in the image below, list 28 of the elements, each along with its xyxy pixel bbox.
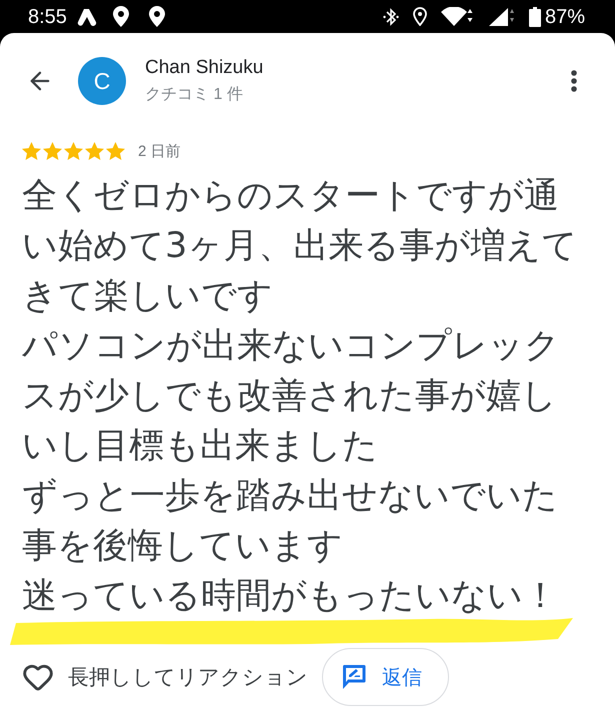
reaction-hint: 長押ししてリアクション [68, 664, 308, 691]
peak-logo-icon [76, 8, 97, 26]
star-icon [22, 142, 41, 160]
wifi-icon [440, 6, 475, 26]
star-icon [43, 142, 62, 160]
reply-button[interactable]: 返信 [322, 648, 449, 706]
status-time: 8:55 [28, 6, 67, 26]
location-icon [412, 7, 427, 26]
review-paragraph: パソコンが出来ないコンプレックスが少しでも改善された事が嬉しいし目標も出来ました [22, 325, 561, 468]
signal-icon [488, 6, 515, 26]
map-pin-icon [112, 6, 129, 27]
review-count: クチコミ 1 件 [145, 85, 244, 105]
message-edit-icon [342, 664, 366, 690]
reviewer-name: Chan Shizuku [145, 57, 264, 79]
battery-icon [528, 6, 541, 26]
battery-percent: 87% [544, 6, 585, 26]
review-paragraph: 迷っている時間がもったいない！ [22, 575, 559, 618]
star-icon [85, 142, 104, 160]
more-options-icon [571, 70, 577, 92]
review-paragraph: 全くゼロからのスタートですが通い始めて3ヶ月、出来る事が増えてきて楽しいです [22, 175, 578, 318]
bluetooth-icon [382, 6, 399, 26]
more-options-button[interactable] [571, 70, 577, 92]
map-pin-icon [148, 6, 165, 27]
avatar: C [78, 57, 126, 105]
review-paragraph: ずっと一歩を踏み出せないでいた事を後悔しています [22, 475, 559, 568]
star-icon [106, 142, 125, 160]
review-date: 2 日前 [138, 142, 181, 160]
star-icon [64, 142, 83, 160]
